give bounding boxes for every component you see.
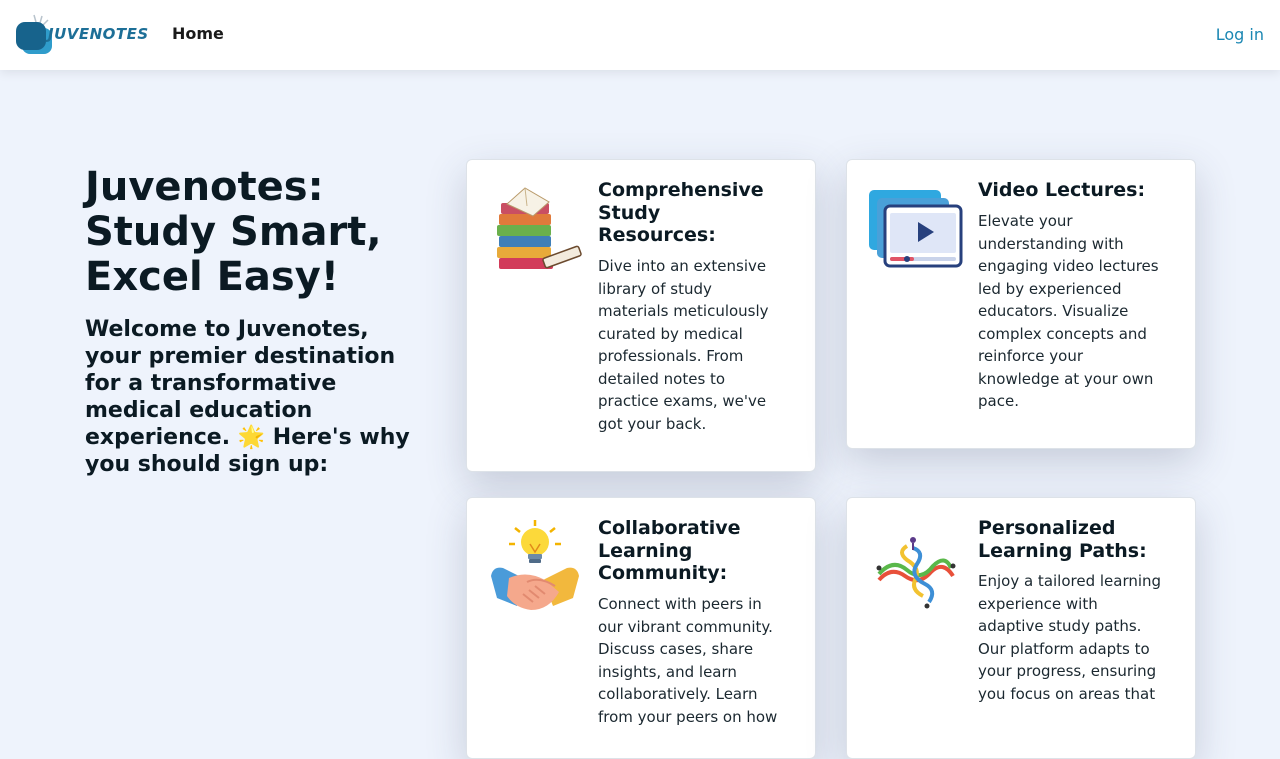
- juvenotes-logo[interactable]: JUVENOTES: [14, 12, 148, 56]
- feature-title: Video Lectures:: [978, 179, 1146, 201]
- hero-title: Juvenotes: Study Smart, Excel Easy!: [85, 164, 382, 300]
- top-navbar: JUVENOTES Home Log in: [0, 0, 1280, 70]
- feature-description: Enjoy a tailored learning experience wit…: [978, 572, 1162, 703]
- feature-description: Dive into an extensive library of study …: [598, 257, 769, 433]
- feature-title: Personalized Learning Paths:: [978, 517, 1147, 562]
- feature-title: Comprehensive Study Resources:: [598, 179, 764, 246]
- hero-subtitle: Welcome to Juvenotes, your premier desti…: [85, 317, 410, 477]
- video-player-icon: [869, 190, 963, 268]
- learning-paths-icon: [876, 537, 956, 609]
- nav-home-link[interactable]: Home: [172, 24, 224, 43]
- feature-card-study-resources: Comprehensive Study Resources: Dive into…: [466, 159, 816, 472]
- books-icon: [497, 187, 582, 269]
- feature-description: Connect with peers in our vibrant commun…: [598, 595, 778, 726]
- handshake-lightbulb-icon: [491, 520, 579, 610]
- feature-description: Elevate your understanding with engaging…: [978, 212, 1159, 410]
- login-link[interactable]: Log in: [1216, 25, 1264, 44]
- feature-title: Collaborative Learning Community:: [598, 517, 741, 584]
- feature-card-video-lectures: Video Lectures: Elevate your understandi…: [846, 159, 1196, 449]
- logo-text: JUVENOTES: [48, 25, 149, 43]
